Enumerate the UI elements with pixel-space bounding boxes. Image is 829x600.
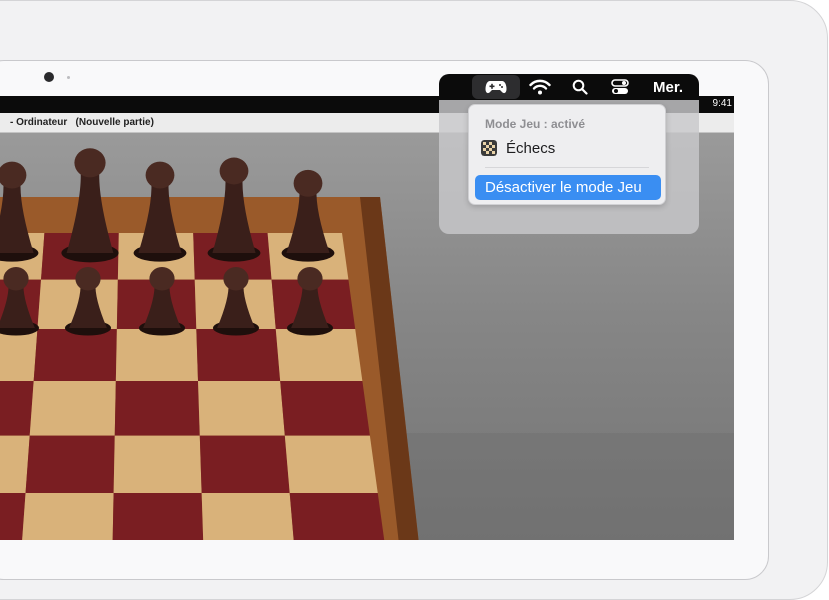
chess-piece-pawn-head: [223, 267, 249, 291]
chess-piece-pawn-head: [297, 267, 323, 291]
chess-piece-king-head: [74, 148, 106, 178]
board-square: [0, 381, 34, 436]
board-square: [0, 435, 30, 493]
board-square: [275, 329, 363, 381]
camera: [44, 72, 54, 82]
window-title: - Ordinateur (Nouvelle partie): [10, 117, 154, 128]
board-square: [0, 493, 26, 540]
board-square: [289, 493, 385, 540]
chess-piece-pawn-head: [149, 267, 175, 291]
board-square: [33, 329, 117, 381]
board-square: [0, 329, 38, 381]
game-mode-menu: Mode Jeu : activé Échecs Désactiver le m…: [468, 104, 666, 205]
board-square: [112, 493, 204, 540]
board-square: [29, 381, 116, 436]
board-square: [113, 435, 202, 493]
wifi-icon[interactable]: [526, 74, 554, 100]
board-square: [25, 435, 115, 493]
game-mode-app-name: Échecs: [506, 139, 556, 157]
disable-game-mode-button[interactable]: Désactiver le mode Jeu: [475, 175, 661, 200]
chess-piece-pawn-head: [3, 267, 29, 291]
menu-bar-clock: 9:41: [712, 98, 732, 109]
chess-piece-rook-head: [0, 161, 27, 189]
game-mode-status: Mode Jeu : activé: [485, 117, 586, 131]
board-square: [115, 329, 199, 381]
chess-piece-pawn-head: [75, 267, 101, 291]
menu-bar-extras: Mer.: [439, 74, 699, 100]
menu-separator: [485, 167, 649, 168]
game-mode-app-item[interactable]: Échecs: [481, 138, 555, 158]
board-square: [284, 435, 378, 493]
board-square: [114, 381, 200, 436]
camera-indicator: [67, 76, 70, 79]
board-square: [201, 493, 294, 540]
board-square: [22, 493, 114, 540]
chess-piece-rook-head: [293, 169, 323, 197]
menu-bar-date[interactable]: Mer.: [645, 74, 691, 100]
board-square: [196, 329, 281, 381]
chess-piece-knight-head: [219, 157, 249, 185]
board-square: [280, 381, 370, 436]
chess-piece-bishop-head: [145, 161, 175, 189]
board-square: [198, 381, 285, 436]
control-center-icon[interactable]: [607, 74, 633, 100]
search-icon[interactable]: [567, 74, 593, 100]
gamepad-icon[interactable]: [472, 75, 520, 99]
chess-app-icon: [481, 140, 497, 156]
board-square: [199, 435, 290, 493]
